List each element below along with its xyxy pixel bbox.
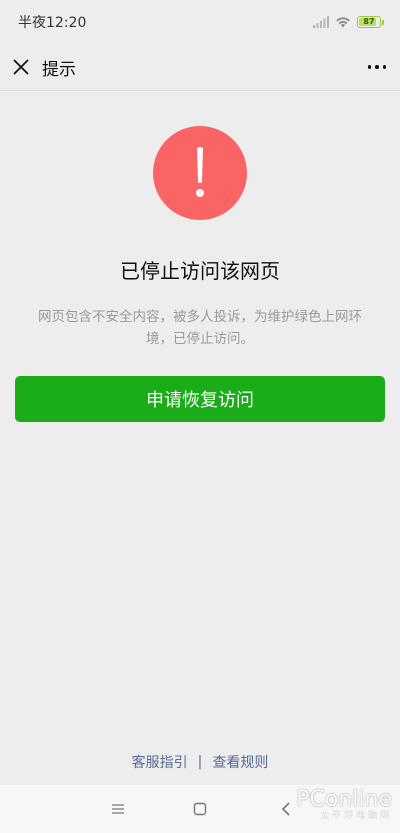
- system-nav-bar: PConline 太平洋电脑网: [0, 785, 400, 833]
- status-time: 半夜12:20: [18, 15, 87, 31]
- footer-separator: |: [197, 754, 203, 770]
- back-icon[interactable]: [276, 799, 296, 819]
- more-dot: [382, 65, 386, 69]
- battery-tip: [382, 19, 384, 25]
- battery-percent: 87: [363, 17, 375, 26]
- signal-icon: [313, 13, 329, 32]
- status-icons: 87: [313, 13, 384, 32]
- footer-links: 客服指引 | 查看规则: [0, 752, 400, 772]
- blocked-description: 网页包含不安全内容，被多人投诉，为维护绿色上网环境，已停止访问。: [38, 309, 362, 347]
- nav-bar: 提示: [0, 44, 400, 90]
- more-icon[interactable]: [367, 59, 386, 75]
- pconline-watermark: PConline 太平洋电脑网: [296, 789, 392, 821]
- blocked-title: 已停止访问该网页: [120, 259, 280, 283]
- warning-exclamation-icon: [153, 126, 247, 220]
- watermark-logo: PConline: [296, 787, 392, 812]
- request-restore-button[interactable]: 申请恢复访问: [15, 376, 385, 422]
- view-rules-link[interactable]: 查看规则: [212, 752, 268, 772]
- close-icon[interactable]: [12, 58, 30, 76]
- menu-icon[interactable]: [108, 799, 128, 819]
- status-bar: 半夜12:20 87: [0, 0, 400, 44]
- more-dot: [375, 65, 379, 69]
- screen: 半夜12:20 87 提示 已停止访问该网页 网页包含不安全内容，被多人投诉，为…: [0, 0, 400, 833]
- nav-divider: [0, 90, 400, 91]
- more-dot: [367, 65, 371, 69]
- wifi-icon: [335, 13, 351, 32]
- home-icon[interactable]: [190, 799, 210, 819]
- watermark-subtext: 太平洋电脑网: [319, 811, 392, 821]
- customer-service-link[interactable]: 客服指引: [132, 752, 188, 772]
- page-title: 提示: [42, 59, 76, 80]
- battery-icon: 87: [357, 16, 381, 28]
